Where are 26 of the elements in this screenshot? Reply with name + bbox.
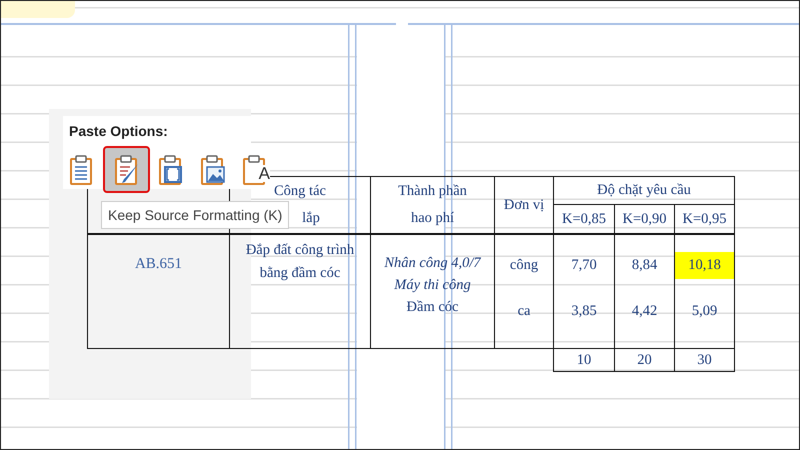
table-header-cell: K=0,85 [554,204,614,234]
clipboard-button[interactable] [103,146,150,193]
table-cell: 30 [674,348,734,372]
table-header-cell: Độ chặt yêu cầu [554,176,734,204]
clipboard-icon [158,154,184,186]
table-cell: 10,18 [674,234,734,295]
table-cell: ca [494,295,554,348]
table-header-cell: K=0,90 [614,204,674,234]
table-cell: AB.651 [88,234,230,348]
panel-title: Paste Options: [69,123,168,139]
table-cell: 20 [614,348,674,372]
table-cell: Nhân công 4,0/7 Máy thi công Đầm cóc [370,234,494,348]
table-cell: 5,09 [674,295,734,348]
table-header-cell: K=0,95 [674,204,734,234]
table-cell: Đắp đất công trình bằng đầm cóc [230,234,370,348]
table-cell: 4,42 [614,295,674,348]
clipboard-icon [69,154,95,186]
table-header-cell: Đơn vị [494,176,554,234]
tooltip: Keep Source Formatting (K) [101,201,290,229]
table-cell: 7,70 [554,234,614,295]
table-cell: 10 [554,348,614,372]
clipboard-icon [114,154,140,186]
clipboard-icon [200,154,226,186]
table-header-cell: Thành phần hao phí [370,176,494,234]
table-cell: 3,85 [554,295,614,348]
table-cell: công [494,234,554,295]
